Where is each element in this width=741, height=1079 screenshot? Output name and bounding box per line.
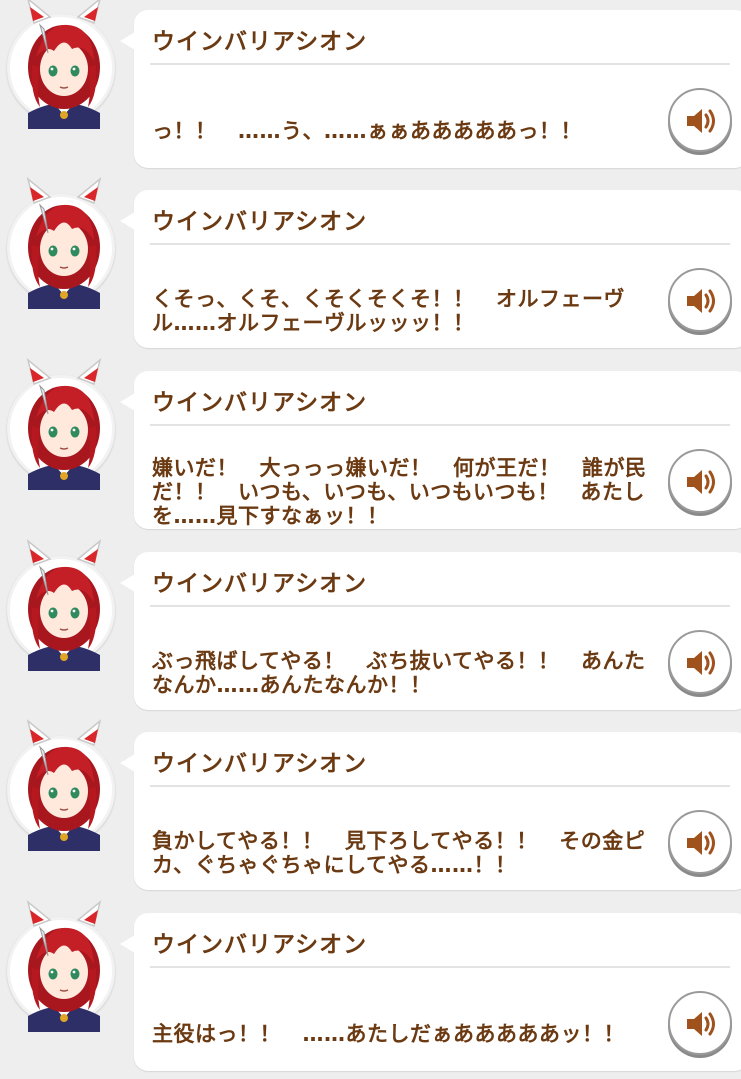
speech-bubble: ウインバリアシオン 主役はっ！！ ……あたしだぁあああああッ！！ [120, 913, 741, 1071]
divider [150, 63, 730, 65]
divider [150, 966, 730, 968]
character-portrait-icon [27, 0, 101, 129]
character-portrait-icon [26, 176, 102, 309]
divider [150, 243, 730, 245]
character-avatar [7, 357, 115, 490]
speaker-name: ウインバリアシオン [152, 932, 368, 958]
divider [150, 605, 730, 607]
speaker-icon [687, 651, 715, 675]
character-avatar [7, 718, 115, 851]
dialogue-text: ぶっ飛ばしてやる！ ぶち抜いてやる！！ あんたなんか……あんたなんか！！ [152, 649, 646, 697]
speech-bubble: ウインバリアシオン っ！！ ……う、……ぁぁあああああっ！！ [120, 10, 741, 168]
voice-play-button[interactable] [668, 810, 732, 874]
log-entry: ウインバリアシオン 負かしてやる！！ 見下ろしてやる！！ その金ピカ、ぐちゃぐち… [0, 718, 741, 892]
speaker-name: ウインバリアシオン [152, 751, 368, 777]
speech-bubble: ウインバリアシオン くそっ、くそ、くそくそくそ！！ オルフェーヴル……オルフェー… [120, 190, 741, 348]
character-avatar [7, 899, 115, 1032]
character-portrait-icon [26, 538, 102, 671]
speaker-name: ウインバリアシオン [152, 390, 368, 416]
dialogue-log: ウインバリアシオン っ！！ ……う、……ぁぁあああああっ！！ ウインバリアシオン… [0, 0, 741, 1079]
speaker-icon [687, 470, 715, 494]
dialogue-text: 負かしてやる！！ 見下ろしてやる！！ その金ピカ、ぐちゃぐちゃにしてやる……！！ [152, 829, 646, 877]
character-avatar [7, 538, 115, 671]
speaker-icon [687, 289, 715, 313]
voice-play-button[interactable] [668, 449, 732, 513]
speech-bubble: ウインバリアシオン 嫌いだ！ 大っっっ嫌いだ！ 何が王だ！ 誰が民だ！！ いつも… [120, 371, 741, 529]
dialogue-text: っ！！ ……う、……ぁぁあああああっ！！ [152, 119, 582, 143]
log-entry: ウインバリアシオン くそっ、くそ、くそくそくそ！！ オルフェーヴル……オルフェー… [0, 176, 741, 350]
speaker-icon [687, 831, 715, 855]
speaker-name: ウインバリアシオン [152, 571, 368, 597]
character-portrait-icon [26, 357, 102, 490]
voice-play-button[interactable] [668, 88, 732, 152]
divider [150, 424, 730, 426]
speaker-icon [687, 1012, 715, 1036]
speaker-icon [687, 109, 715, 133]
character-avatar [7, 176, 115, 309]
speaker-name: ウインバリアシオン [152, 209, 368, 235]
character-portrait-icon [26, 718, 102, 851]
speech-bubble: ウインバリアシオン ぶっ飛ばしてやる！ ぶち抜いてやる！！ あんたなんか……あん… [120, 552, 741, 710]
dialogue-text: 主役はっ！！ ……あたしだぁあああああッ！！ [152, 1022, 625, 1046]
speech-bubble: ウインバリアシオン 負かしてやる！！ 見下ろしてやる！！ その金ピカ、ぐちゃぐち… [120, 732, 741, 890]
voice-play-button[interactable] [668, 630, 732, 694]
log-entry: ウインバリアシオン 主役はっ！！ ……あたしだぁあああああッ！！ [0, 899, 741, 1073]
log-entry: ウインバリアシオン 嫌いだ！ 大っっっ嫌いだ！ 何が王だ！ 誰が民だ！！ いつも… [0, 357, 741, 531]
voice-play-button[interactable] [668, 268, 732, 332]
dialogue-text: 嫌いだ！ 大っっっ嫌いだ！ 何が王だ！ 誰が民だ！！ いつも、いつも、いつもいつ… [152, 456, 647, 528]
log-entry: ウインバリアシオン ぶっ飛ばしてやる！ ぶち抜いてやる！！ あんたなんか……あん… [0, 538, 741, 712]
speaker-name: ウインバリアシオン [152, 29, 368, 55]
divider [150, 785, 730, 787]
log-entry: ウインバリアシオン っ！！ ……う、……ぁぁあああああっ！！ [0, 0, 741, 170]
character-portrait-icon [26, 899, 102, 1032]
character-avatar [7, 0, 115, 129]
dialogue-text: くそっ、くそ、くそくそくそ！！ オルフェーヴル……オルフェーヴルッッッ！！ [152, 287, 625, 335]
voice-play-button[interactable] [668, 991, 732, 1055]
